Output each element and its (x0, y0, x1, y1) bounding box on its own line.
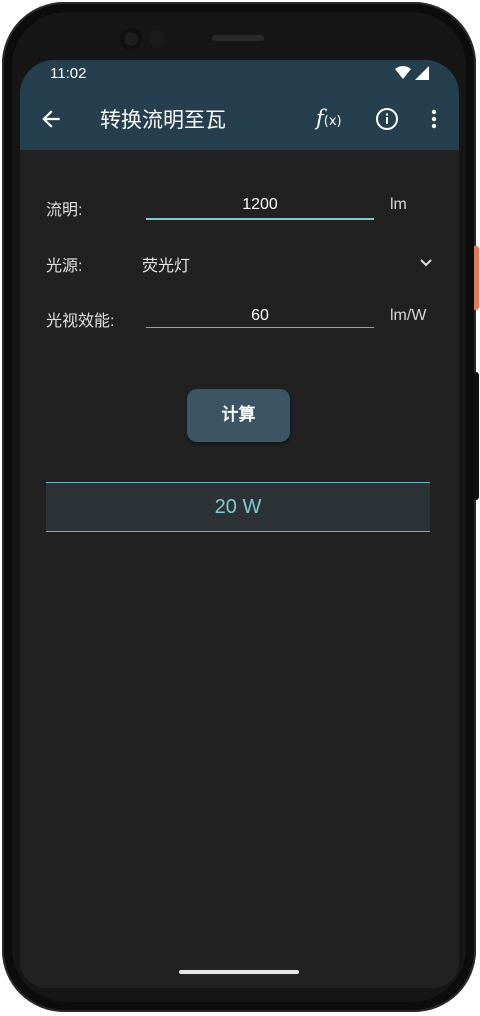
status-icons (395, 66, 429, 80)
back-arrow-icon[interactable] (38, 106, 64, 132)
efficacy-label: 光视效能: (46, 313, 115, 330)
calculate-button[interactable]: 计算 (187, 389, 290, 442)
light-source-select[interactable]: 荧光灯 (142, 250, 434, 276)
signal-icon (415, 66, 429, 80)
efficacy-unit: lm/W (390, 307, 427, 324)
source-value: 荧光灯 (142, 258, 191, 275)
page-title: 转换流明至瓦 (100, 109, 226, 132)
chevron-down-icon (420, 259, 432, 267)
source-label: 光源: (46, 258, 83, 275)
flux-input[interactable]: 1200 (146, 196, 374, 220)
formula-icon[interactable]: f(x) (316, 106, 342, 130)
formula-f: f (316, 106, 324, 130)
earpiece-speaker (212, 35, 264, 41)
formula-x: (x) (323, 114, 342, 129)
front-camera (120, 28, 142, 50)
wifi-icon (395, 66, 411, 79)
volume-button (474, 372, 479, 500)
home-indicator[interactable] (179, 970, 299, 974)
status-time: 11:02 (50, 65, 87, 82)
app-screen: 11:02 转换流明至瓦 f(x) 流明: 1200 lm 光源: 荧光灯 光视… (20, 60, 459, 988)
sensor (150, 30, 164, 46)
result-display: 20 W (46, 482, 430, 532)
power-button (474, 246, 479, 310)
efficacy-input[interactable]: 60 (146, 307, 374, 328)
info-icon[interactable] (375, 107, 399, 131)
more-vert-icon[interactable] (426, 108, 442, 130)
flux-unit: lm (390, 196, 407, 213)
app-header: 11:02 转换流明至瓦 f(x) (20, 60, 459, 150)
flux-label: 流明: (46, 202, 83, 219)
